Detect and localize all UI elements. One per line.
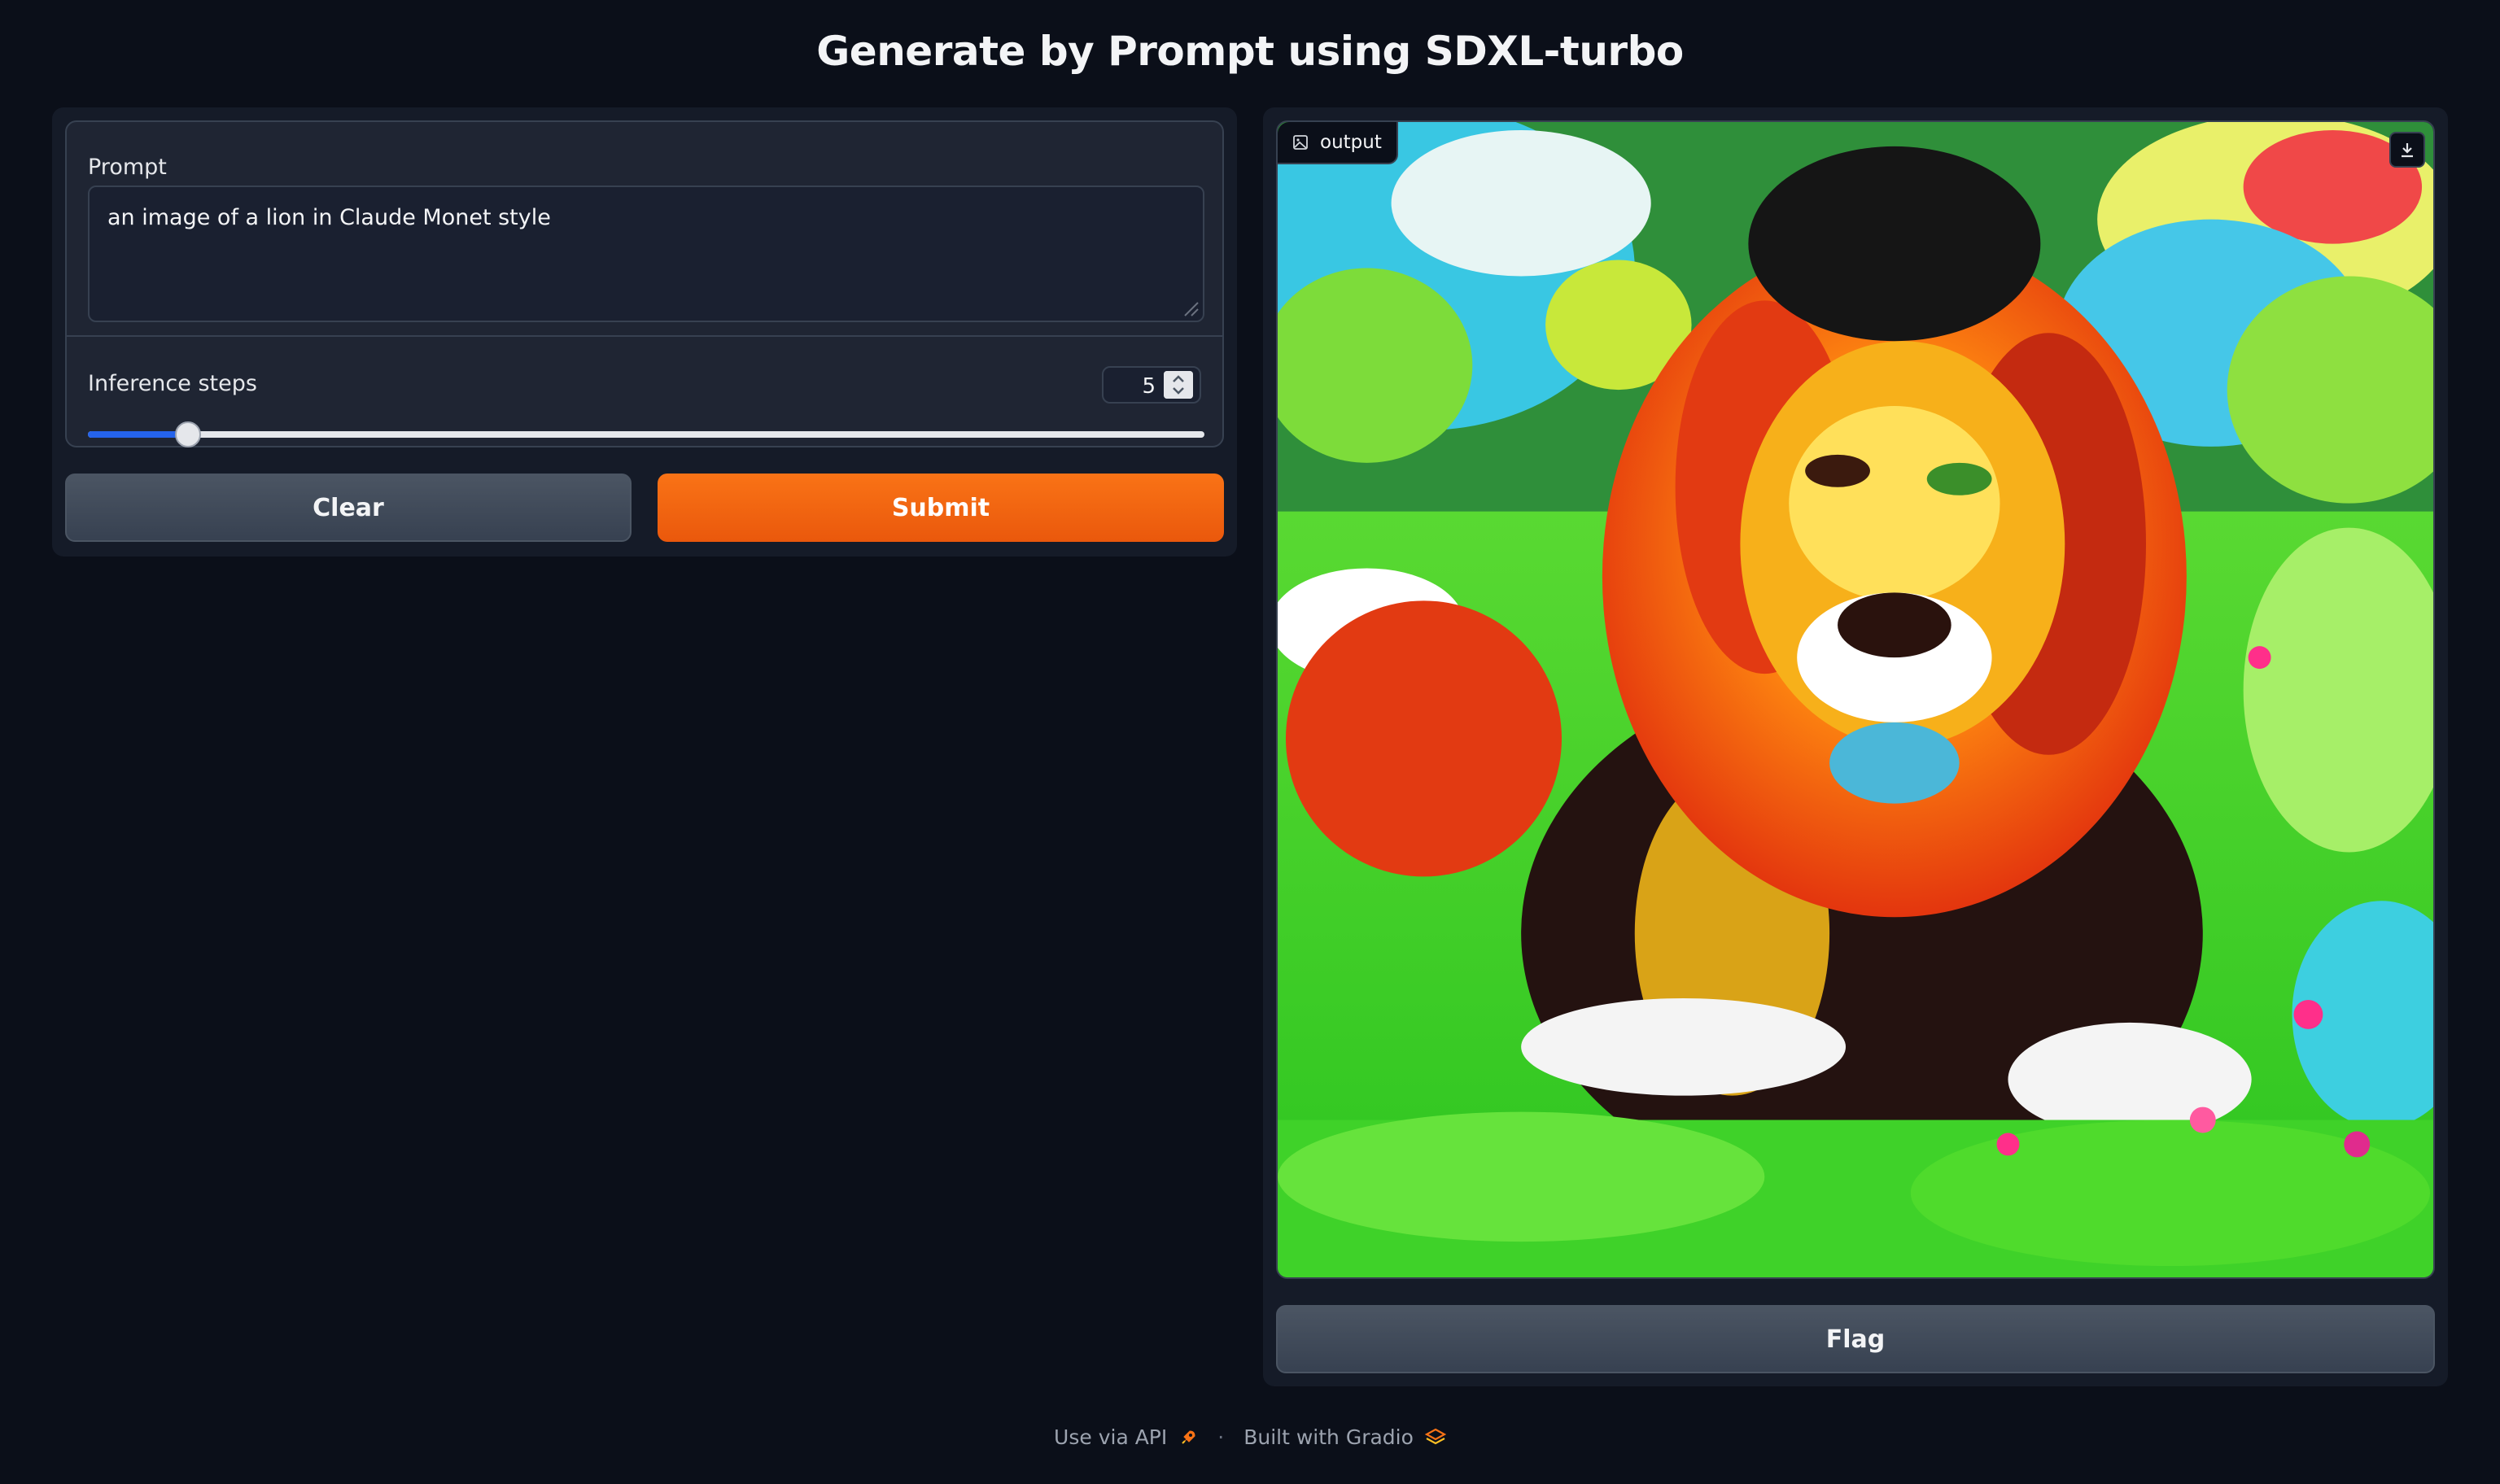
page-title: Generate by Prompt using SDXL-turbo [816, 28, 1684, 75]
inference-steps-slider[interactable] [88, 421, 1204, 447]
input-panel: Prompt an image of a lion in Claude Mone… [52, 107, 1237, 556]
slider-fill [88, 431, 189, 438]
prompt-label: Prompt [88, 155, 167, 180]
gradio-logo-icon [1424, 1428, 1446, 1444]
generated-lion-image [1278, 122, 2433, 1277]
clear-button[interactable]: Clear [65, 474, 632, 542]
output-label: output [1320, 132, 1382, 153]
spinner-arrows-icon[interactable] [1164, 371, 1193, 399]
output-panel: output Flag [1263, 107, 2448, 1386]
flag-button[interactable]: Flag [1276, 1305, 2435, 1373]
inference-steps-number-input[interactable]: 5 [1102, 366, 1201, 404]
built-with-gradio-link[interactable]: Built with Gradio [1243, 1425, 1414, 1449]
rocket-icon [1182, 1429, 1195, 1444]
image-icon [1293, 135, 1308, 150]
inference-steps-value[interactable]: 5 [1142, 374, 1156, 399]
resize-handle-icon[interactable] [1182, 299, 1200, 317]
footer-separator: · [1217, 1425, 1225, 1449]
output-image-container: output [1276, 120, 2435, 1279]
prompt-textarea[interactable]: an image of a lion in Claude Monet style [88, 186, 1204, 322]
download-icon [2402, 143, 2413, 158]
submit-button[interactable]: Submit [658, 474, 1224, 542]
output-label-badge: output [1278, 122, 1398, 164]
input-form: Prompt an image of a lion in Claude Mone… [65, 120, 1224, 447]
download-button[interactable] [2389, 132, 2425, 168]
slider-thumb[interactable] [175, 421, 202, 447]
footer: Use via API · Built with Gradio [0, 1425, 2500, 1449]
use-via-api-link[interactable]: Use via API [1054, 1425, 1167, 1449]
inference-steps-label: Inference steps [88, 371, 257, 396]
